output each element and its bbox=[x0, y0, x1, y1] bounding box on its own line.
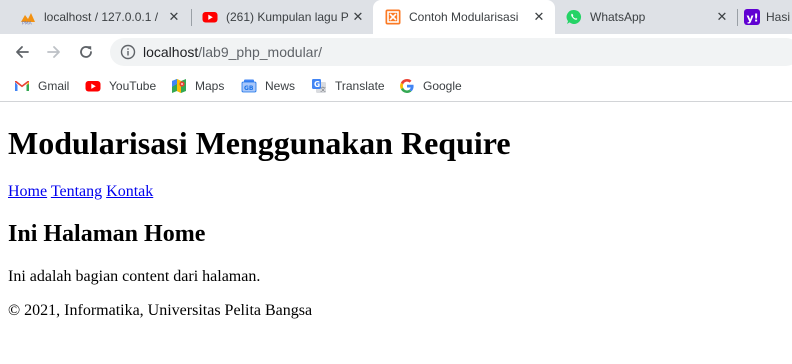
svg-text:y!: y! bbox=[747, 12, 759, 25]
youtube-icon bbox=[202, 12, 218, 23]
url-text[interactable]: localhost/lab9_php_modular/ bbox=[143, 44, 322, 60]
tab-whatsapp[interactable]: WhatsApp ✕ bbox=[556, 0, 736, 34]
youtube-icon bbox=[85, 81, 101, 92]
tab-yahoo[interactable]: y! Hasi bbox=[738, 0, 792, 34]
browser-toolbar: localhost/lab9_php_modular/ bbox=[0, 34, 792, 70]
nav-link-tentang[interactable]: Tentang bbox=[51, 183, 102, 200]
bookmark-google[interactable]: Google bbox=[399, 76, 462, 96]
tab-title: Hasi bbox=[766, 10, 791, 24]
bookmark-label: Translate bbox=[335, 79, 385, 93]
whatsapp-icon bbox=[566, 9, 582, 24]
tab-phpmyadmin[interactable]: PMA localhost / 127.0.0.1 / ✕ bbox=[8, 0, 186, 34]
maps-icon bbox=[172, 79, 186, 93]
bookmark-label: News bbox=[265, 79, 296, 93]
close-icon[interactable]: ✕ bbox=[531, 9, 547, 25]
close-icon[interactable]: ✕ bbox=[166, 9, 182, 25]
bookmark-label: Maps bbox=[195, 79, 225, 93]
info-icon[interactable] bbox=[120, 44, 136, 60]
google-icon bbox=[400, 79, 414, 93]
nav-link-kontak[interactable]: Kontak bbox=[106, 183, 153, 200]
bookmark-news[interactable]: GB News bbox=[241, 76, 295, 96]
tab-title: (261) Kumpulan lagu P bbox=[226, 10, 349, 24]
xampp-icon bbox=[385, 9, 401, 25]
tab-title: localhost / 127.0.0.1 / bbox=[44, 10, 159, 24]
bookmark-label: Gmail bbox=[38, 79, 70, 93]
bookmark-label: Google bbox=[423, 79, 462, 93]
tab-title: WhatsApp bbox=[590, 10, 646, 24]
bookmarks-bar: Gmail YouTube Maps GB News G 文 Translate… bbox=[0, 70, 792, 102]
footer-text: © 2021, Informatika, Universitas Pelita … bbox=[8, 302, 313, 319]
phpmyadmin-icon: PMA bbox=[21, 13, 35, 26]
svg-text:GB: GB bbox=[244, 85, 254, 92]
close-icon[interactable]: ✕ bbox=[714, 9, 730, 25]
svg-text:文: 文 bbox=[320, 85, 326, 93]
tab-youtube[interactable]: (261) Kumpulan lagu P ✕ bbox=[192, 0, 372, 34]
translate-icon: G 文 bbox=[312, 79, 326, 93]
close-icon[interactable]: ✕ bbox=[350, 9, 366, 25]
svg-text:PMA: PMA bbox=[22, 21, 33, 26]
gmail-icon bbox=[15, 81, 29, 91]
back-button[interactable] bbox=[8, 38, 36, 66]
bookmark-maps[interactable]: Maps bbox=[171, 76, 224, 96]
tab-title: Contoh Modularisasi bbox=[409, 10, 519, 24]
bookmark-translate[interactable]: G 文 Translate bbox=[311, 76, 385, 96]
back-arrow-icon bbox=[16, 46, 29, 58]
bookmark-youtube[interactable]: YouTube bbox=[85, 76, 156, 96]
url-path: /lab9_php_modular/ bbox=[198, 44, 323, 60]
section-heading: Ini Halaman Home bbox=[8, 221, 206, 247]
forward-arrow-icon bbox=[47, 46, 60, 58]
nav-link-home[interactable]: Home bbox=[8, 183, 47, 200]
page-heading: Modularisasi Menggunakan Require bbox=[8, 125, 511, 161]
reload-icon bbox=[80, 46, 92, 58]
content-text: Ini adalah bagian content dari halaman. bbox=[8, 268, 261, 285]
page-nav: Home Tentang Kontak bbox=[8, 183, 153, 201]
bookmark-gmail[interactable]: Gmail bbox=[14, 76, 69, 96]
news-icon: GB bbox=[241, 79, 257, 93]
svg-text:G: G bbox=[314, 80, 320, 89]
reload-button[interactable] bbox=[72, 38, 100, 66]
forward-button[interactable] bbox=[40, 38, 68, 66]
yahoo-icon: y! bbox=[744, 9, 760, 25]
tab-strip: PMA localhost / 127.0.0.1 / ✕ (261) Kump… bbox=[0, 0, 792, 34]
tab-contoh-modularisasi[interactable]: Contoh Modularisasi ✕ bbox=[373, 0, 555, 34]
bookmark-label: YouTube bbox=[109, 79, 157, 93]
url-host: localhost bbox=[143, 44, 199, 60]
address-bar[interactable]: localhost/lab9_php_modular/ bbox=[110, 38, 792, 66]
